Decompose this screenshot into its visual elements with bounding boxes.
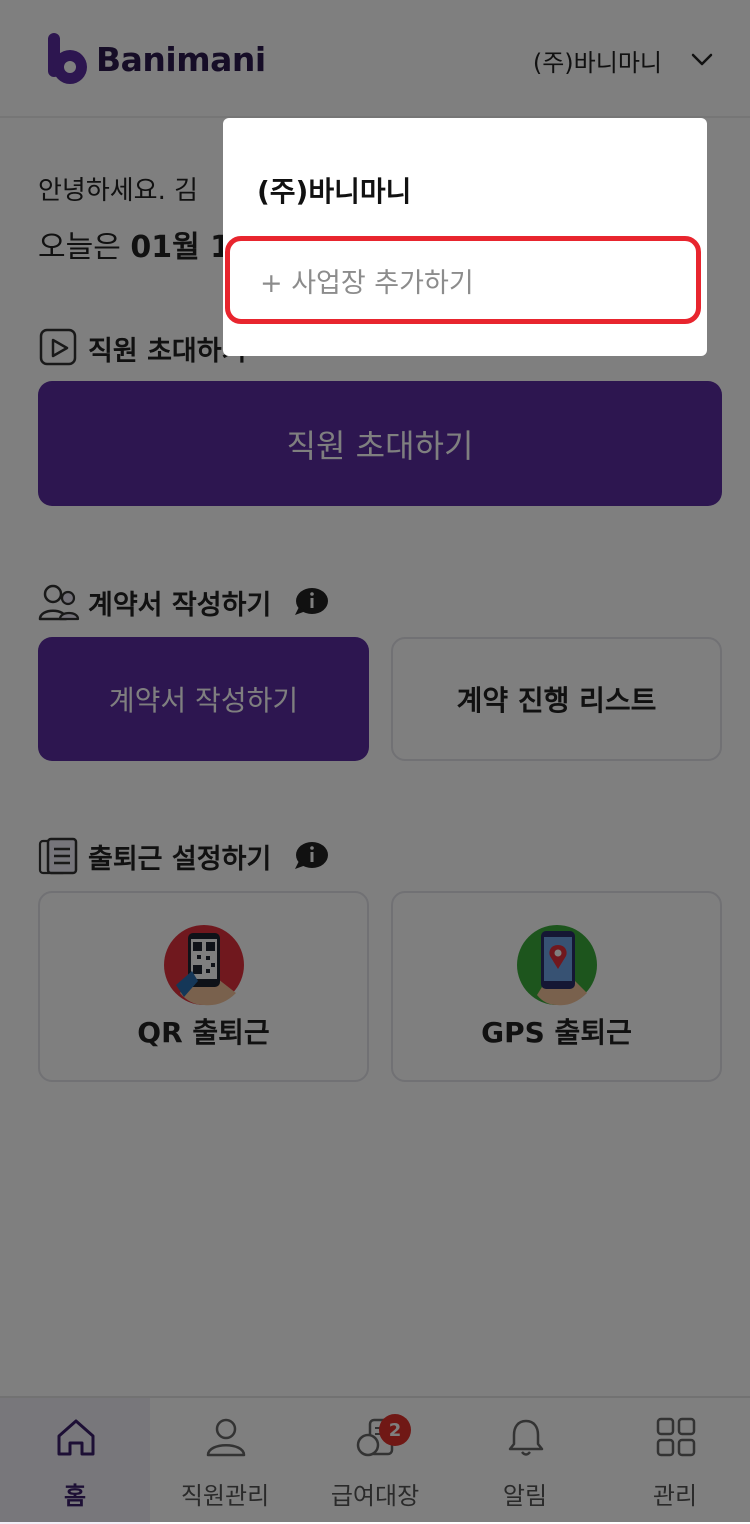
- dropdown-item-company[interactable]: (주)바니마니: [257, 170, 411, 210]
- company-dropdown-menu: (주)바니마니 + 사업장 추가하기: [223, 118, 707, 356]
- add-workplace-label: + 사업장 추가하기: [260, 267, 474, 299]
- dropdown-item-add-workplace[interactable]: + 사업장 추가하기: [225, 236, 701, 324]
- app-screen: Banimani (주)바니마니 안녕하세요. 김 오늘은 01월 1 직원 초…: [0, 0, 750, 1524]
